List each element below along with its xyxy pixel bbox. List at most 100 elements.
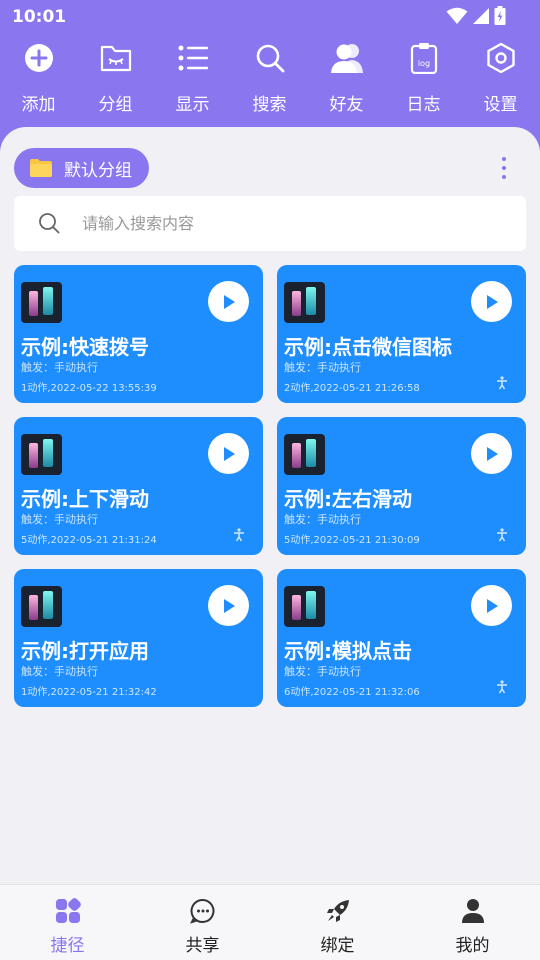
- chat-icon: [189, 897, 217, 925]
- shortcut-card[interactable]: 示例:快速拨号 触发：手动执行 1动作,2022-05-22 13:55:39: [14, 265, 263, 403]
- shortcut-meta: 2动作,2022-05-21 21:26:58: [284, 383, 420, 394]
- toolbar-friends-label: 好友: [329, 95, 364, 115]
- shortcut-meta: 1动作,2022-05-21 21:32:42: [21, 687, 157, 698]
- group-selector[interactable]: 默认分组: [14, 148, 149, 188]
- status-icons: [446, 6, 506, 26]
- shortcut-card[interactable]: 示例:左右滑动 触发：手动执行 5动作,2022-05-21 21:30:09: [277, 417, 526, 555]
- toolbar-display-button[interactable]: 显示: [154, 40, 231, 120]
- top-toolbar: 添加 分组 显示 搜索 好友 log 日志 设置: [0, 40, 540, 120]
- shortcut-title: 示例:模拟点击: [284, 639, 412, 663]
- accessibility-icon: [497, 680, 507, 694]
- app-icon: [21, 586, 62, 627]
- shortcut-meta: 5动作,2022-05-21 21:31:24: [21, 535, 157, 546]
- shortcut-card[interactable]: 示例:模拟点击 触发：手动执行 6动作,2022-05-21 21:32:06: [277, 569, 526, 707]
- more-dot: [502, 166, 506, 170]
- friends-icon: [329, 40, 365, 76]
- play-icon: [486, 294, 498, 309]
- toolbar-add-label: 添加: [21, 95, 56, 115]
- search-input[interactable]: [82, 208, 502, 238]
- play-button[interactable]: [208, 585, 249, 626]
- add-icon: [21, 40, 57, 76]
- folder-icon: [30, 159, 52, 177]
- shortcut-meta: 6动作,2022-05-21 21:32:06: [284, 687, 420, 698]
- play-icon: [486, 598, 498, 613]
- play-icon: [486, 446, 498, 461]
- shortcut-icon: [54, 897, 82, 925]
- more-dot: [502, 175, 506, 179]
- wifi-icon: [446, 7, 468, 24]
- shortcut-title: 示例:点击微信图标: [284, 335, 452, 359]
- shortcut-trigger: 触发：手动执行: [21, 665, 98, 678]
- group-label: 默认分组: [64, 160, 132, 181]
- nav-mine-label: 我的: [455, 936, 490, 956]
- search-icon: [252, 40, 288, 76]
- shortcut-title: 示例:上下滑动: [21, 487, 149, 511]
- app-icon: [284, 434, 325, 475]
- status-bar: 10:01: [0, 0, 540, 34]
- app-icon: [21, 282, 62, 323]
- status-time: 10:01: [12, 7, 67, 27]
- toolbar-settings-label: 设置: [483, 95, 518, 115]
- shortcut-meta: 1动作,2022-05-22 13:55:39: [21, 383, 157, 394]
- accessibility-icon: [234, 528, 244, 542]
- nav-bind[interactable]: 绑定: [270, 885, 405, 960]
- shortcut-meta: 5动作,2022-05-21 21:30:09: [284, 535, 420, 546]
- list-icon: [175, 40, 211, 76]
- toolbar-group-label: 分组: [98, 95, 133, 115]
- toolbar-add-button[interactable]: 添加: [0, 40, 77, 120]
- toolbar-search-button[interactable]: 搜索: [231, 40, 308, 120]
- shortcut-trigger: 触发：手动执行: [21, 361, 98, 374]
- nav-shortcuts-label: 捷径: [50, 936, 85, 956]
- play-button[interactable]: [471, 585, 512, 626]
- play-button[interactable]: [208, 433, 249, 474]
- shortcut-trigger: 触发：手动执行: [284, 361, 361, 374]
- shortcut-grid: 示例:快速拨号 触发：手动执行 1动作,2022-05-22 13:55:39 …: [14, 265, 526, 707]
- folder-icon: [98, 40, 134, 76]
- log-icon-text: log: [417, 59, 429, 68]
- toolbar-log-label: 日志: [406, 95, 441, 115]
- nav-mine[interactable]: 我的: [405, 885, 540, 960]
- settings-icon: [483, 40, 519, 76]
- shortcut-title: 示例:快速拨号: [21, 335, 149, 359]
- shortcut-card[interactable]: 示例:点击微信图标 触发：手动执行 2动作,2022-05-21 21:26:5…: [277, 265, 526, 403]
- shortcut-card[interactable]: 示例:打开应用 触发：手动执行 1动作,2022-05-21 21:32:42: [14, 569, 263, 707]
- log-icon: log: [406, 40, 442, 76]
- toolbar-display-label: 显示: [175, 95, 210, 115]
- nav-shortcuts[interactable]: 捷径: [0, 885, 135, 960]
- rocket-icon: [324, 897, 352, 925]
- toolbar-settings-button[interactable]: 设置: [462, 40, 539, 120]
- app-icon: [21, 434, 62, 475]
- play-icon: [223, 598, 235, 613]
- play-button[interactable]: [208, 281, 249, 322]
- nav-share[interactable]: 共享: [135, 885, 270, 960]
- nav-bind-label: 绑定: [320, 936, 355, 956]
- app-icon: [284, 282, 325, 323]
- toolbar-search-label: 搜索: [252, 95, 287, 115]
- accessibility-icon: [497, 528, 507, 542]
- more-dot: [502, 157, 506, 161]
- shortcut-title: 示例:左右滑动: [284, 487, 412, 511]
- bottom-nav: 捷径 共享 绑定 我的: [0, 884, 540, 960]
- main-content: 默认分组 示例:快速拨号 触发：手动执行 1动作,2022-05-22 13:5…: [0, 127, 540, 884]
- play-button[interactable]: [471, 281, 512, 322]
- toolbar-friends-button[interactable]: 好友: [308, 40, 385, 120]
- nav-share-label: 共享: [185, 936, 220, 956]
- toolbar-group-button[interactable]: 分组: [77, 40, 154, 120]
- shortcut-title: 示例:打开应用: [21, 639, 149, 663]
- play-icon: [223, 446, 235, 461]
- user-icon: [459, 897, 487, 925]
- play-button[interactable]: [471, 433, 512, 474]
- search-icon: [39, 213, 60, 234]
- signal-icon: [473, 8, 489, 24]
- more-options-button[interactable]: [500, 157, 508, 179]
- shortcut-trigger: 触发：手动执行: [21, 513, 98, 526]
- toolbar-log-button[interactable]: log 日志: [385, 40, 462, 120]
- battery-icon: [494, 6, 506, 25]
- app-icon: [284, 586, 325, 627]
- accessibility-icon: [497, 376, 507, 390]
- shortcut-trigger: 触发：手动执行: [284, 513, 361, 526]
- shortcut-card[interactable]: 示例:上下滑动 触发：手动执行 5动作,2022-05-21 21:31:24: [14, 417, 263, 555]
- search-bar: [14, 196, 526, 251]
- play-icon: [223, 294, 235, 309]
- shortcut-trigger: 触发：手动执行: [284, 665, 361, 678]
